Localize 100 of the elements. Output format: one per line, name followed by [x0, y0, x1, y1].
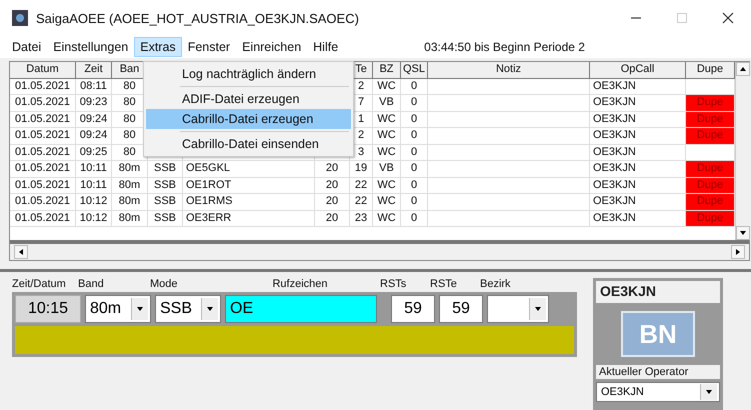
table-cell: OE3KJN — [590, 144, 686, 161]
dupe-flag: Dupe — [686, 95, 735, 112]
operator-label: Aktueller Operator — [596, 365, 720, 379]
column-header[interactable]: QSL — [401, 62, 428, 78]
table-cell: SSB — [148, 210, 183, 227]
table-cell: 10:11 — [76, 161, 112, 178]
dupe-flag: Dupe — [686, 128, 735, 144]
maximize-icon — [677, 13, 687, 23]
table-cell: 01.05.2021 — [10, 78, 76, 95]
band-dropdown[interactable]: 80m — [85, 295, 151, 323]
dupe-flag: Dupe — [686, 161, 735, 178]
table-cell: 22 — [350, 178, 373, 194]
dupe-flag: Dupe — [686, 210, 735, 227]
table-cell: WC — [373, 178, 401, 194]
table-cell: 80m — [112, 161, 148, 178]
table-cell: 10:11 — [76, 178, 112, 194]
field-label: Mode — [150, 278, 179, 290]
countdown-text: 03:44:50 bis Beginn Periode 2 — [424, 40, 585, 54]
operator-title: OE3KJN — [596, 281, 720, 303]
field-label: Rufzeichen — [271, 278, 329, 290]
table-cell: 10:12 — [76, 210, 112, 227]
column-header[interactable]: OpCall — [590, 62, 686, 78]
menu-option[interactable]: Log nachträglich ändern — [146, 64, 351, 84]
table-cell: WC — [373, 112, 401, 128]
column-header[interactable]: Zeit — [76, 62, 112, 78]
menu-option[interactable]: Cabrillo-Datei erzeugen — [146, 109, 351, 129]
table-cell: 01.05.2021 — [10, 112, 76, 128]
table-cell: OE5GKL — [183, 161, 315, 178]
table-cell: VB — [373, 95, 401, 112]
menu-item[interactable]: Fenster — [182, 37, 236, 57]
window-title: SaigaAOEE (AOEE_HOT_AUSTRIA_OE3KJN.SAOEC) — [36, 10, 360, 26]
table-cell: 01.05.2021 — [10, 210, 76, 227]
table-cell: 20 — [315, 194, 350, 210]
field-label: Band — [78, 278, 105, 290]
table-cell: 0 — [401, 194, 428, 210]
mode-dropdown[interactable]: SSB — [155, 295, 221, 323]
scroll-right-button[interactable] — [731, 245, 745, 259]
column-header[interactable]: Notiz — [428, 62, 590, 78]
table-cell: 01.05.2021 — [10, 144, 76, 161]
table-cell: 08:11 — [76, 78, 112, 95]
table-cell: 01.05.2021 — [10, 194, 76, 210]
table-cell: SSB — [148, 194, 183, 210]
menu-item[interactable]: Einreichen — [236, 37, 308, 57]
column-header[interactable]: Dupe — [686, 62, 735, 78]
column-header[interactable]: BZ — [373, 62, 401, 78]
column-header[interactable]: Datum — [10, 62, 76, 78]
table-cell: 0 — [401, 95, 428, 112]
menu-item[interactable]: Hilfe — [307, 37, 344, 57]
rsts-field[interactable]: 59 — [391, 295, 435, 323]
table-cell: 01.05.2021 — [10, 178, 76, 194]
field-label: RSTe — [430, 278, 458, 290]
table-cell: WC — [373, 210, 401, 227]
table-cell: 19 — [350, 161, 373, 178]
rste-field[interactable]: 59 — [439, 295, 483, 323]
table-cell: SSB — [148, 161, 183, 178]
app-icon — [12, 10, 28, 26]
dupe-flag: Dupe — [686, 194, 735, 210]
scroll-up-button[interactable] — [736, 62, 750, 76]
table-cell: 01.05.2021 — [10, 95, 76, 112]
table-cell: 23 — [350, 210, 373, 227]
table-cell: 09:24 — [76, 128, 112, 144]
table-cell: 09:23 — [76, 95, 112, 112]
table-cell: OE1RMS — [183, 194, 315, 210]
time-display: 10:15 — [15, 295, 81, 323]
scroll-down-button[interactable] — [736, 226, 750, 240]
table-cell: 80m — [112, 194, 148, 210]
scroll-left-button[interactable] — [14, 245, 28, 259]
table-cell: WC — [373, 128, 401, 144]
table-cell: 01.05.2021 — [10, 161, 76, 178]
field-label: Zeit/Datum — [12, 278, 67, 290]
table-cell: VB — [373, 161, 401, 178]
table-cell: 09:24 — [76, 112, 112, 128]
field-label: Bezirk — [480, 278, 512, 290]
menu-item[interactable]: Einstellungen — [47, 37, 134, 57]
table-cell: 20 — [315, 178, 350, 194]
dupe-flag: Dupe — [686, 112, 735, 128]
table-cell: 20 — [315, 210, 350, 227]
table-cell: 09:25 — [76, 144, 112, 161]
table-cell: 80m — [112, 210, 148, 227]
table-cell: OE1ROT — [183, 178, 315, 194]
table-cell: 0 — [401, 178, 428, 194]
table-cell: WC — [373, 78, 401, 95]
operator-dropdown[interactable]: OE3KJN — [596, 382, 720, 402]
district-dropdown[interactable] — [487, 295, 549, 323]
table-cell: 0 — [401, 144, 428, 161]
menu-option[interactable]: ADIF-Datei erzeugen — [146, 89, 351, 109]
table-cell: WC — [373, 194, 401, 210]
table-cell: 22 — [350, 194, 373, 210]
table-cell: OE3KJN — [590, 78, 686, 95]
menu-item[interactable]: Datei — [6, 37, 48, 57]
menu-option[interactable]: Cabrillo-Datei einsenden — [146, 134, 351, 154]
table-cell: 0 — [401, 128, 428, 144]
menu-item[interactable]: Extras — [134, 37, 182, 57]
table-cell: 0 — [401, 78, 428, 95]
table-cell: 01.05.2021 — [10, 128, 76, 144]
dupe-flag: Dupe — [686, 178, 735, 194]
table-cell: 0 — [401, 161, 428, 178]
table-cell: 0 — [401, 112, 428, 128]
callsign-field[interactable]: OE — [225, 295, 377, 323]
table-cell: 80m — [112, 178, 148, 194]
